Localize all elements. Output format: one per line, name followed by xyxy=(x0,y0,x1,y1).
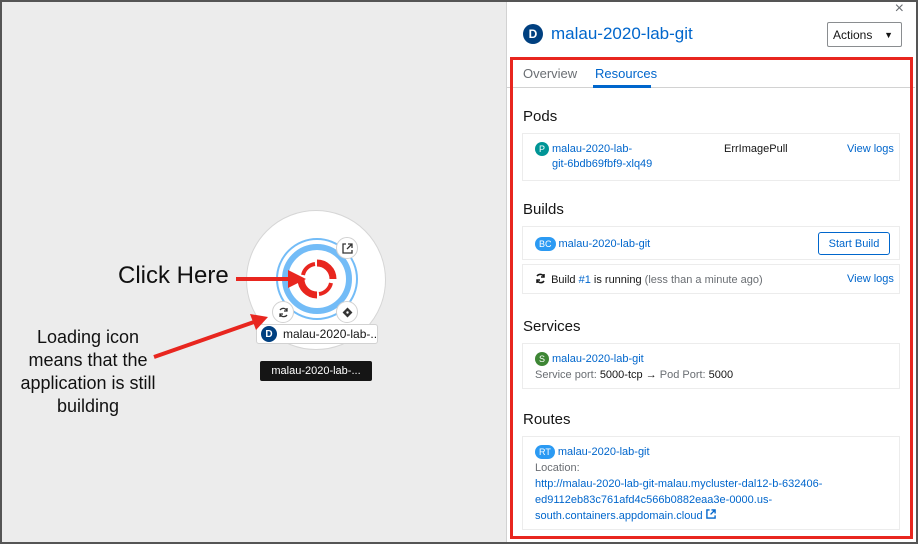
refresh-icon[interactable] xyxy=(272,301,294,323)
git-icon[interactable] xyxy=(336,301,358,323)
node-label[interactable]: D malau-2020-lab-... xyxy=(256,324,378,344)
node-tooltip: malau-2020-lab-... xyxy=(260,361,372,381)
node-label-text: malau-2020-lab-... xyxy=(283,327,378,341)
close-icon[interactable]: × xyxy=(895,0,904,18)
actions-label: Actions xyxy=(833,27,873,42)
panel-header: D malau-2020-lab-git xyxy=(523,24,693,44)
panel-title[interactable]: malau-2020-lab-git xyxy=(551,24,693,44)
actions-dropdown[interactable]: Actions ▼ xyxy=(827,22,902,47)
click-here-annotation: Click Here xyxy=(118,262,229,289)
resources-highlight-box xyxy=(510,57,913,539)
deployment-badge: D xyxy=(523,24,543,44)
openshift-logo xyxy=(297,259,337,299)
loading-note-annotation: Loading icon means that the application … xyxy=(20,327,156,416)
caret-down-icon: ▼ xyxy=(884,30,893,40)
external-link-icon[interactable] xyxy=(336,237,358,259)
deployment-badge: D xyxy=(261,326,277,342)
